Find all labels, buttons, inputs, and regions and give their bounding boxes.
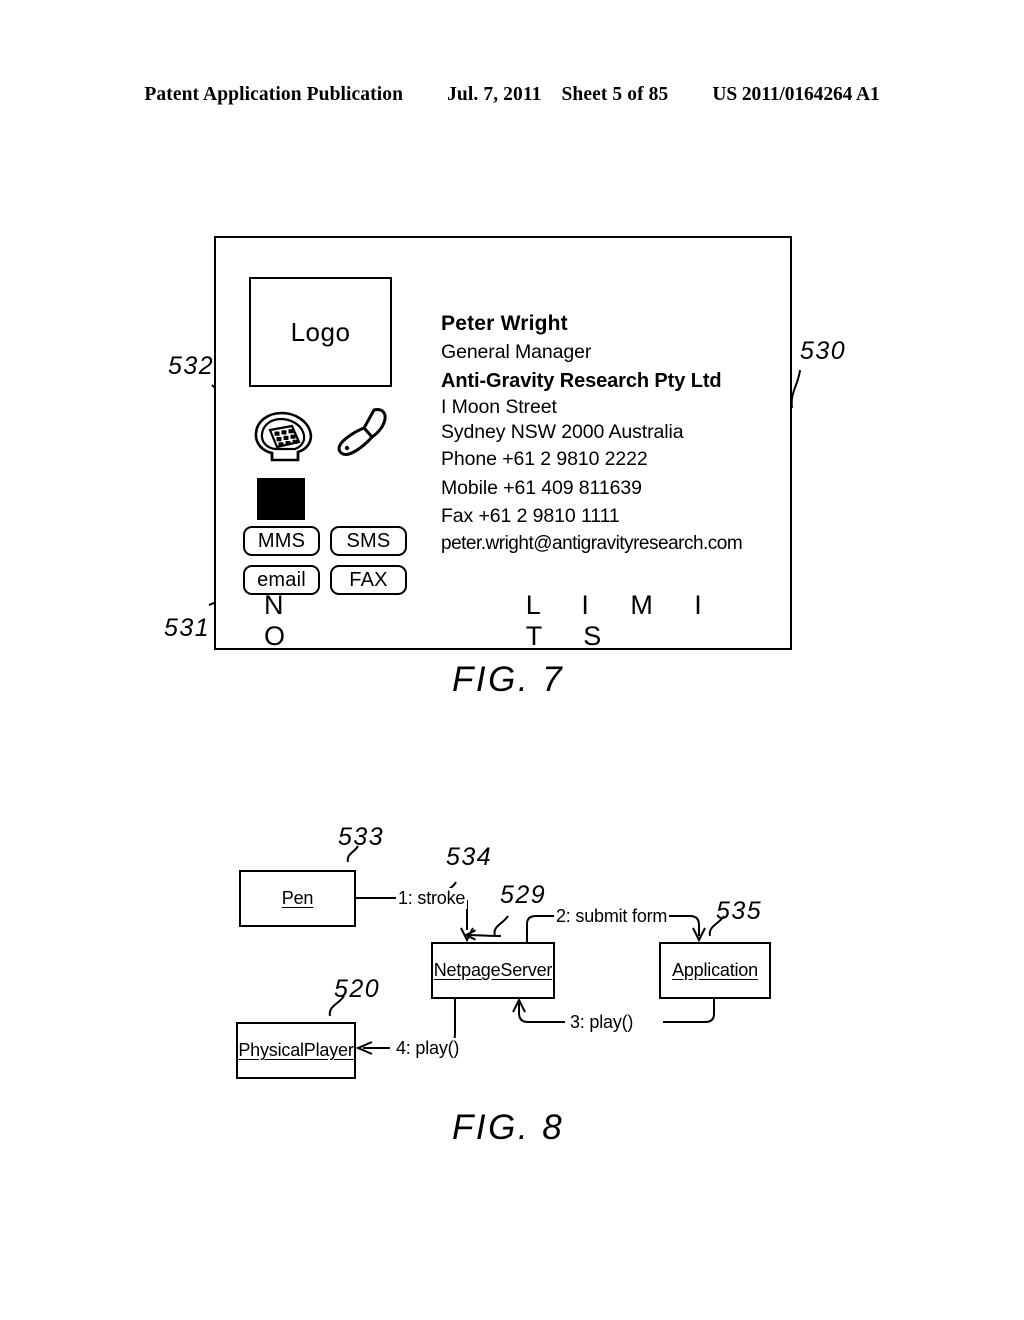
uml-node-application[interactable]: Application (659, 942, 771, 999)
reference-numeral-535: 535 (716, 897, 763, 925)
uml-node-pen-label: Pen (281, 888, 314, 908)
uml-node-application-label: Application (672, 960, 758, 980)
message-label-1-stroke: 1: stroke (396, 888, 468, 909)
reference-numeral-520: 520 (334, 975, 381, 1003)
message-label-4-play: 4: play() (394, 1038, 462, 1059)
reference-numeral-533: 533 (338, 823, 385, 851)
uml-node-physicalplayer-label: PhysicalPlayer (238, 1040, 354, 1060)
reference-numeral-529: 529 (500, 881, 547, 909)
message-label-3-play: 3: play() (568, 1012, 636, 1033)
figure-8-caption: FIG. 8 (452, 1108, 565, 1147)
uml-node-physicalplayer[interactable]: PhysicalPlayer (236, 1022, 356, 1079)
uml-node-netpageserver-label: NetpageServer (433, 960, 553, 980)
reference-numeral-534: 534 (446, 843, 493, 871)
uml-node-netpageserver[interactable]: NetpageServer (431, 942, 555, 999)
uml-node-pen[interactable]: Pen (239, 870, 356, 927)
message-label-2-submit-form: 2: submit form (554, 906, 670, 927)
figure-8: 533 534 529 535 520 Pen NetpageServer Ap… (0, 0, 1024, 1320)
